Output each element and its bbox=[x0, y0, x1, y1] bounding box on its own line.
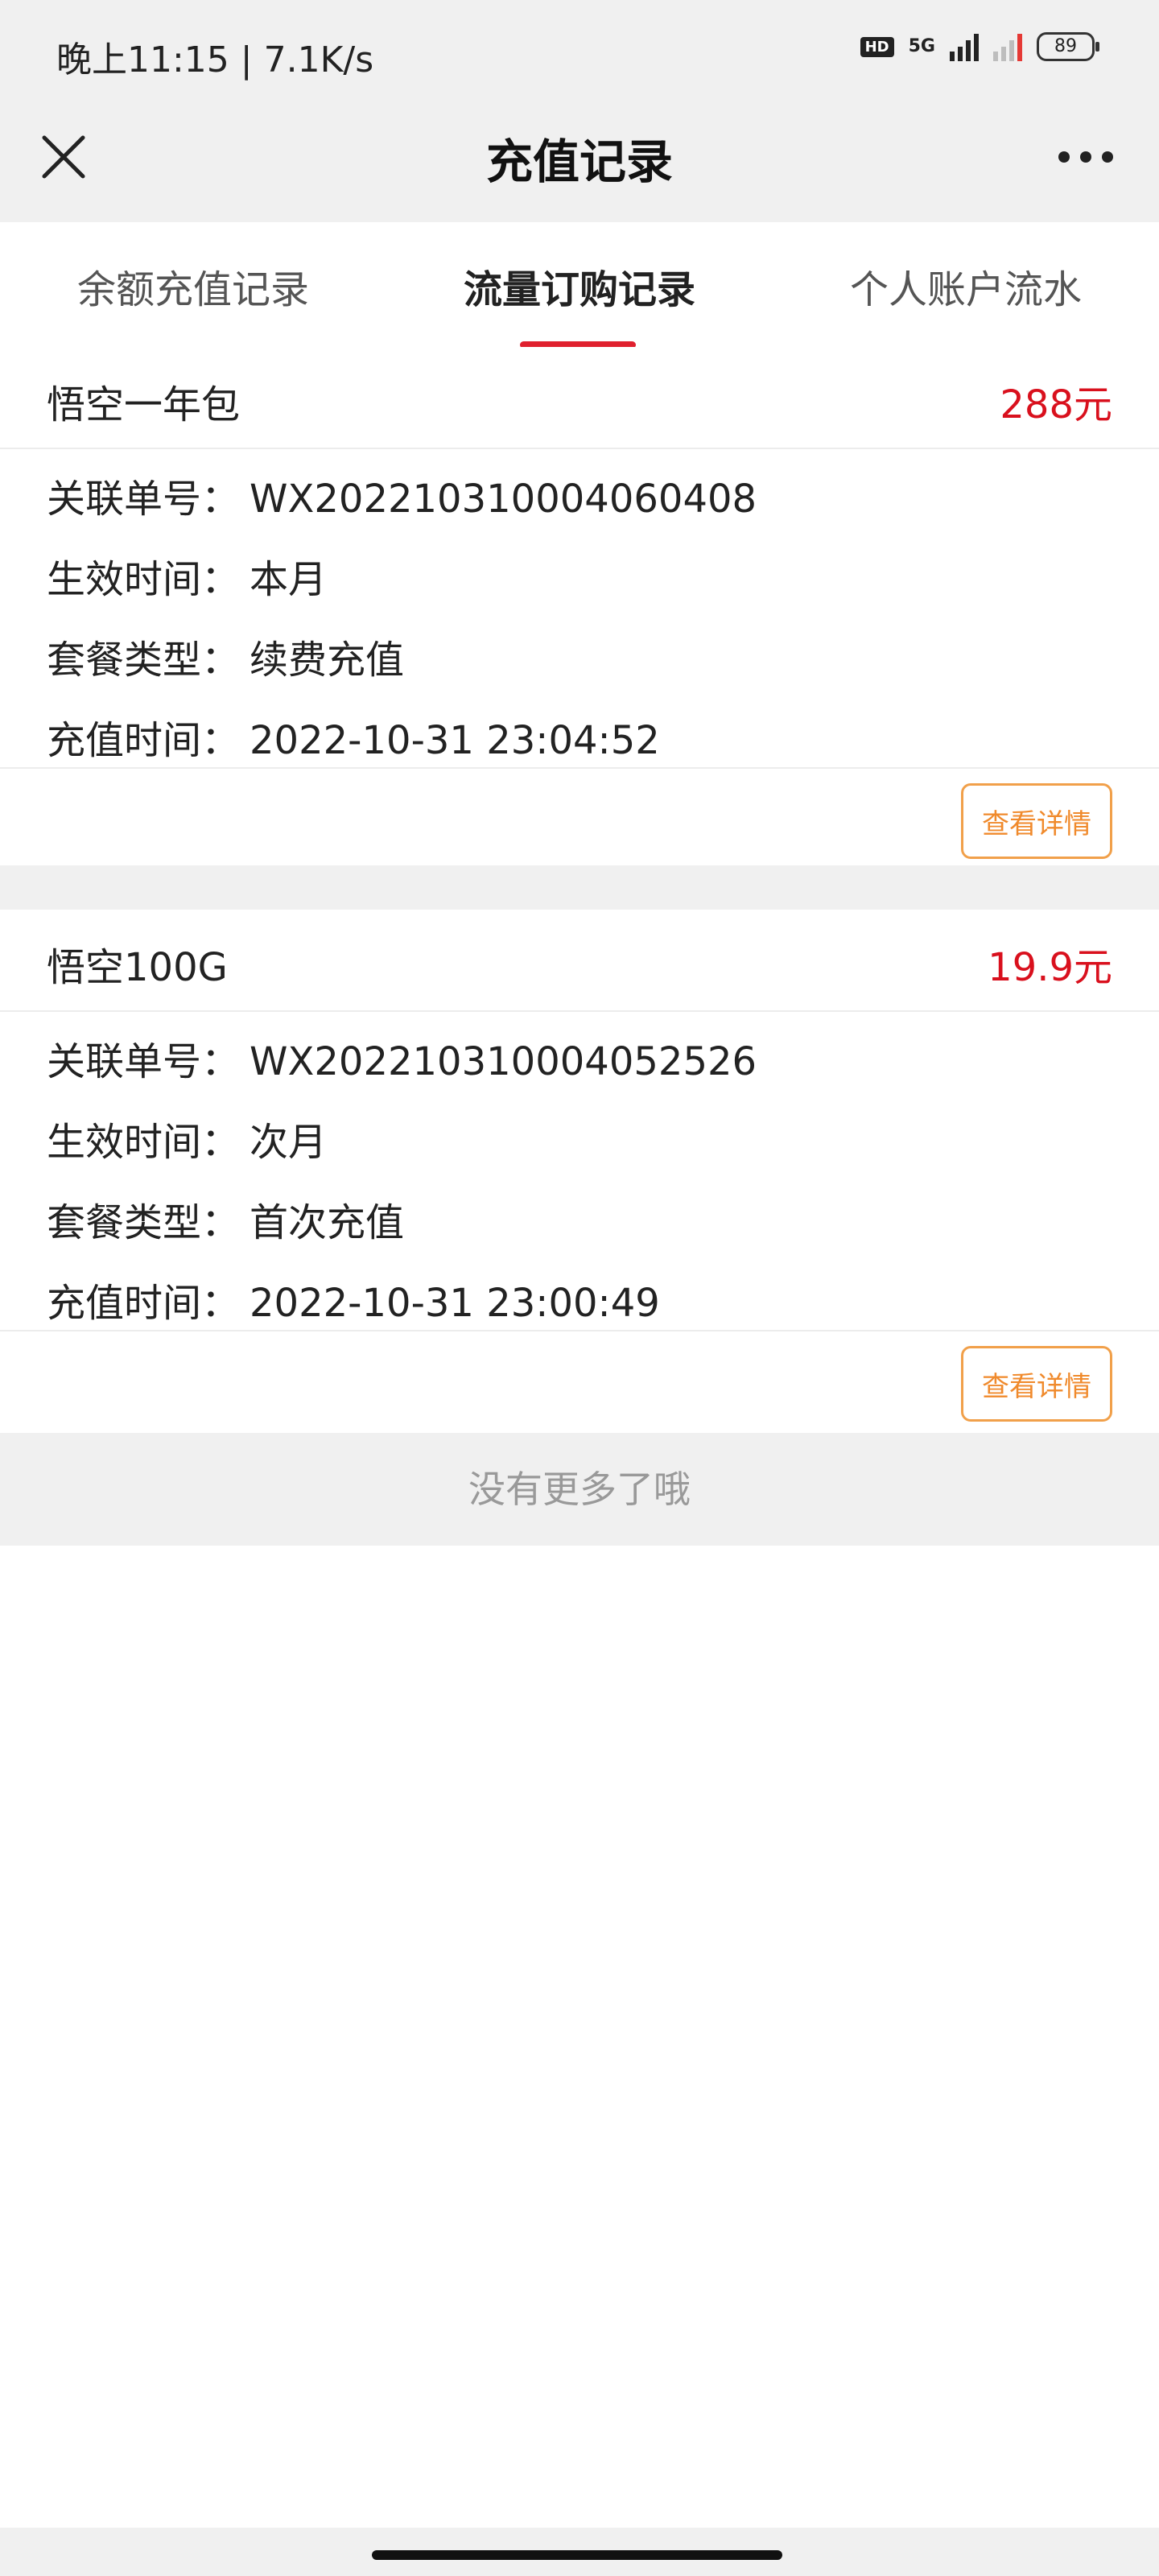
tab-data-order[interactable]: 流量订购记录 bbox=[386, 258, 773, 314]
recharge-time-label: 充值时间： bbox=[47, 718, 241, 763]
signal-icon bbox=[950, 32, 979, 61]
effective-row: 生效时间： 本月 bbox=[47, 547, 327, 604]
section-divider bbox=[0, 865, 1159, 910]
effective-row: 生效时间： 次月 bbox=[47, 1110, 327, 1166]
record-details: 关联单号： WX202210310004060408 生效时间： 本月 套餐类型：续… bbox=[0, 449, 1159, 769]
recharge-time-value: 2022-10-31 23:04:52 bbox=[250, 718, 660, 763]
tab-account-flow[interactable]: 个人账户流水 bbox=[773, 258, 1159, 314]
hd-icon: HD bbox=[860, 36, 894, 57]
more-button[interactable] bbox=[1050, 129, 1122, 185]
status-time: 晚上11:15 | 7.1K/s bbox=[56, 39, 374, 80]
recharge-time-label: 充值时间： bbox=[47, 1281, 241, 1326]
signal-secondary-icon bbox=[993, 32, 1022, 61]
tab-balance-recharge[interactable]: 余额充值记录 bbox=[0, 258, 386, 314]
record-price: 19.9元 bbox=[988, 945, 1112, 990]
title-bar: 充值记录 bbox=[0, 105, 1159, 222]
home-indicator[interactable] bbox=[372, 2550, 782, 2560]
page-title: 充值记录 bbox=[485, 134, 673, 189]
record-header: 悟空100G 19.9元 bbox=[0, 910, 1159, 1012]
package-type-value: 续费充值 bbox=[250, 638, 405, 683]
recharge-time-row: 充值时间： 2022-10-31 23:00:49 bbox=[47, 1271, 660, 1327]
package-type-value: 首次充值 bbox=[250, 1200, 405, 1245]
network-type: 5G bbox=[908, 36, 935, 56]
package-type-label: 套餐类型： bbox=[47, 1200, 241, 1245]
package-type-row: 套餐类型： 首次充值 bbox=[47, 1191, 404, 1247]
status-icons: HD 5G 89 bbox=[860, 32, 1099, 61]
recharge-time-value: 2022-10-31 23:00:49 bbox=[250, 1281, 660, 1326]
order-no-value: WX202210310004060408 bbox=[250, 477, 757, 522]
package-type-label: 套餐类型： bbox=[47, 638, 241, 683]
record-footer: 查看详情 bbox=[0, 769, 1159, 865]
tab-bar: 余额充值记录 流量订购记录 个人账户流水 bbox=[0, 222, 1159, 349]
gesture-bar bbox=[0, 2528, 1159, 2576]
effective-label: 生效时间： bbox=[47, 1120, 241, 1165]
record-name: 悟空一年包 bbox=[47, 382, 241, 427]
no-more-text: 没有更多了哦 bbox=[0, 1433, 1159, 1546]
order-no-label: 关联单号： bbox=[47, 1039, 241, 1084]
record-header: 悟空一年包 288元 bbox=[0, 347, 1159, 449]
view-details-button[interactable]: 查看详情 bbox=[961, 783, 1112, 859]
order-no-label: 关联单号： bbox=[47, 477, 241, 522]
order-no-row: 关联单号： WX202210310004060408 bbox=[47, 467, 757, 523]
effective-value: 本月 bbox=[250, 557, 328, 602]
effective-label: 生效时间： bbox=[47, 557, 241, 602]
status-bar: 晚上11:15 | 7.1K/s HD 5G 89 bbox=[0, 0, 1159, 105]
record-name: 悟空100G bbox=[47, 945, 228, 990]
recharge-time-row: 充值时间： 2022-10-31 23:04:52 bbox=[47, 708, 660, 765]
order-no-row: 关联单号： WX202210310004052526 bbox=[47, 1030, 757, 1086]
view-details-button[interactable]: 查看详情 bbox=[961, 1346, 1112, 1422]
order-no-value: WX202210310004052526 bbox=[250, 1039, 757, 1084]
more-dots-icon bbox=[1058, 151, 1113, 163]
record-price: 288元 bbox=[1000, 382, 1112, 427]
effective-value: 次月 bbox=[250, 1120, 328, 1165]
record-card: 悟空一年包 288元 关联单号： WX202210310004060408 生效时… bbox=[0, 347, 1159, 865]
package-type-row: 套餐类型： 续费充值 bbox=[47, 628, 404, 684]
battery-icon: 89 bbox=[1037, 32, 1099, 61]
record-footer: 查看详情 bbox=[0, 1331, 1159, 1428]
record-details: 关联单号： WX202210310004052526 生效时间： 次月 套餐类型：首… bbox=[0, 1012, 1159, 1331]
record-card: 悟空100G 19.9元 关联单号： WX202210310004052526 生… bbox=[0, 910, 1159, 1428]
